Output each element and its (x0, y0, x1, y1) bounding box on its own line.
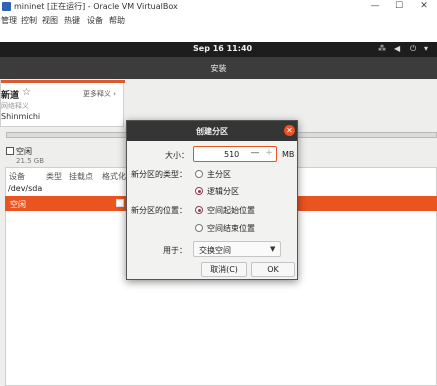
minimize-icon[interactable]: — (363, 0, 387, 13)
radio-primary[interactable] (195, 170, 203, 178)
column-header-type[interactable]: 类型 (46, 171, 62, 182)
selected-row-label: 空闲 (10, 200, 26, 209)
dictionary-accent-bar (1, 80, 125, 83)
menu-control[interactable]: 控制 (21, 15, 37, 26)
free-space-checkbox[interactable] (6, 147, 14, 155)
volume-icon[interactable]: ◀ (394, 44, 400, 53)
star-icon[interactable]: ☆ (22, 87, 31, 98)
device-row-sda[interactable]: /dev/sda (8, 184, 42, 193)
format-checkbox[interactable] (116, 199, 124, 207)
column-header-mount[interactable]: 挂载点 (69, 171, 93, 182)
ok-button[interactable]: OK (251, 262, 295, 277)
radio-logical[interactable] (195, 187, 203, 195)
network-icon[interactable]: ⁂ (378, 44, 386, 53)
installer-header: 安装 (0, 57, 437, 79)
dropdown-arrow-icon[interactable]: ▼ (270, 245, 275, 253)
vbox-window-title: mininet [正在运行] - Oracle VM VirtualBox (14, 2, 178, 11)
menu-devices[interactable]: 设备 (87, 15, 103, 26)
size-unit: MB (282, 150, 295, 159)
virtualbox-icon (2, 2, 11, 11)
use-as-value[interactable]: 交换空间 (199, 245, 231, 256)
create-partition-dialog: 创建分区 ✕ 大小： 510 — + MB 新分区的类型： 主分区 逻辑分区 新… (126, 120, 298, 280)
location-label: 新分区的位置： (131, 206, 187, 215)
vbox-menubar: 管理 控制 视图 热键 设备 帮助 (0, 13, 437, 27)
system-menu-chevron-icon[interactable]: ▾ (424, 44, 428, 53)
use-as-dropdown[interactable]: 交换空间 ▼ (193, 241, 281, 257)
dictionary-word: 新道 (1, 91, 20, 101)
vbox-titlebar: mininet [正在运行] - Oracle VM VirtualBox — … (0, 0, 437, 13)
dictionary-subtitle: 网络释义 (1, 102, 29, 110)
maximize-icon[interactable]: ☐ (387, 0, 411, 13)
menu-manage[interactable]: 管理 (1, 15, 17, 26)
option-logical[interactable]: 逻辑分区 (207, 186, 239, 197)
dialog-close-icon[interactable]: ✕ (284, 125, 295, 136)
ubuntu-top-bar: Sep 16 11:40 ⁂ ◀ ⏻ ▾ (0, 42, 437, 57)
option-location-end[interactable]: 空间结束位置 (207, 223, 255, 234)
dialog-title: 创建分区 (196, 127, 228, 136)
menu-help[interactable]: 帮助 (109, 15, 125, 26)
dictionary-popup: 新道 ☆ 更多释义 › 网络释义 Shinmichi (0, 80, 125, 127)
dictionary-translation: Shinmichi (1, 112, 41, 121)
free-space-size: 21.5 GB (16, 157, 45, 165)
type-label: 新分区的类型： (131, 170, 187, 179)
size-label: 大小： (165, 151, 189, 160)
size-spinbox[interactable]: 510 — + (193, 146, 277, 162)
cancel-button[interactable]: 取消(C) (201, 262, 247, 277)
free-space-label: 空闲 (16, 147, 32, 156)
radio-location-end[interactable] (195, 224, 203, 232)
close-icon[interactable]: ✕ (412, 0, 436, 13)
installer-title: 安装 (210, 64, 227, 73)
option-location-start[interactable]: 空间起始位置 (207, 205, 255, 216)
size-decrement-button[interactable]: — (248, 147, 262, 161)
dialog-header: 创建分区 ✕ (127, 121, 297, 141)
column-header-format[interactable]: 格式化 (102, 171, 126, 182)
column-header-device[interactable]: 设备 (9, 171, 25, 182)
size-value[interactable]: 510 (224, 150, 239, 159)
radio-location-start[interactable] (195, 206, 203, 214)
size-increment-button[interactable]: + (262, 147, 276, 161)
menu-hotkey[interactable]: 热键 (64, 15, 80, 26)
option-primary[interactable]: 主分区 (207, 169, 231, 180)
use-label: 用于： (163, 246, 187, 255)
menu-view[interactable]: 视图 (42, 15, 58, 26)
power-icon[interactable]: ⏻ (410, 44, 416, 54)
dictionary-more-link[interactable]: 更多释义 › (83, 89, 116, 99)
clock[interactable]: Sep 16 11:40 (193, 44, 252, 53)
